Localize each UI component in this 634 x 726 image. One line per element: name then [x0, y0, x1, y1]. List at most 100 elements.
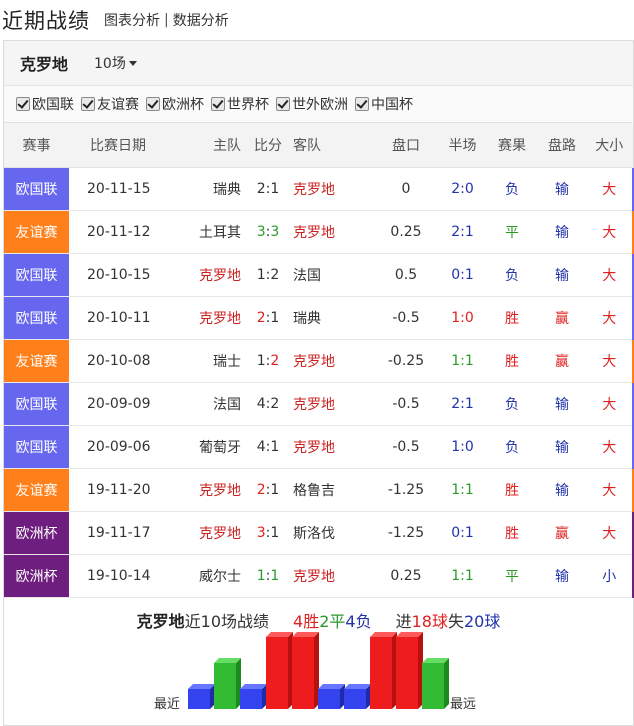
date-cell: 20-11-12 — [69, 210, 167, 254]
form-bar-loss — [318, 684, 345, 709]
line-cell: -0.5 — [374, 425, 438, 469]
filter-label: 友谊赛 — [97, 97, 139, 113]
result-cell: 胜 — [487, 511, 537, 555]
checkbox-checked-icon[interactable] — [146, 97, 160, 111]
table-row[interactable]: 欧国联 20-11-15 瑞典 2:1 克罗地 0 2:0 负输大 — [4, 167, 634, 211]
summary-wins: 4胜 — [293, 612, 320, 631]
away-team-cell: 克罗地 — [289, 339, 374, 383]
score-home: 1 — [256, 267, 266, 283]
table-row[interactable]: 欧国联 20-09-06 葡萄牙 4:1 克罗地 -0.5 1:0 负输大 — [4, 425, 634, 469]
half-cell: 2:1 — [438, 382, 487, 426]
ou-cell: 大 — [587, 210, 634, 254]
league-cell: 欧国联 — [4, 425, 69, 469]
score-cell: 2:1 — [247, 296, 289, 340]
pan-cell: 赢 — [537, 296, 587, 340]
home-team-cell: 克罗地 — [167, 296, 247, 340]
league-cell: 欧国联 — [4, 253, 69, 297]
col-pan: 盘路 — [537, 122, 587, 168]
score-cell: 3:1 — [247, 511, 289, 555]
result-cell: 负 — [487, 167, 537, 211]
score-home: 4 — [256, 396, 266, 412]
result-cell: 平 — [487, 210, 537, 254]
nav-chart-analysis[interactable]: 图表分析 — [104, 10, 160, 30]
summary-text: 近10场战绩 — [184, 612, 270, 631]
away-team-cell: 斯洛伐 — [289, 511, 374, 555]
summary-goals-against: 20球 — [463, 612, 501, 631]
league-cell: 欧国联 — [4, 167, 69, 211]
form-bar-win — [292, 632, 319, 709]
table-row[interactable]: 友谊赛 19-11-20 克罗地 2:1 格鲁吉 -1.25 1:1 胜输大 — [4, 468, 634, 512]
score-home: 3 — [256, 525, 266, 541]
page-header: 近期战绩 图表分析 | 数据分析 — [0, 0, 634, 40]
checkbox-checked-icon[interactable] — [211, 97, 225, 111]
filter-checkbox-3[interactable]: 世界杯 — [211, 94, 269, 114]
summary-goals-mid: 失 — [447, 612, 464, 631]
table-row[interactable]: 欧国联 20-10-15 克罗地 1:2 法国 0.5 0:1 负输大 — [4, 253, 634, 297]
col-date: 比赛日期 — [69, 122, 167, 168]
nav-data-analysis[interactable]: 数据分析 — [173, 10, 229, 30]
home-team-cell: 瑞典 — [167, 167, 247, 211]
table-row[interactable]: 欧国联 20-09-09 法国 4:2 克罗地 -0.5 2:1 负输大 — [4, 382, 634, 426]
checkbox-checked-icon[interactable] — [16, 97, 30, 111]
away-team-cell: 格鲁吉 — [289, 468, 374, 512]
line-cell: 0.25 — [374, 210, 438, 254]
score-away: 1 — [270, 568, 280, 584]
result-cell: 胜 — [487, 296, 537, 340]
half-cell: 1:0 — [438, 425, 487, 469]
filter-label: 中国杯 — [371, 97, 413, 113]
pan-cell: 输 — [537, 382, 587, 426]
half-cell: 1:1 — [438, 468, 487, 512]
league-cell: 欧洲杯 — [4, 511, 69, 555]
line-cell: -1.25 — [374, 511, 438, 555]
score-away: 2 — [270, 267, 280, 283]
checkbox-checked-icon[interactable] — [355, 97, 369, 111]
score-away: 1 — [270, 181, 280, 197]
table-row[interactable]: 欧洲杯 19-10-14 威尔士 1:1 克罗地 0.25 1:1 平输小 — [4, 554, 634, 598]
filter-checkbox-0[interactable]: 欧国联 — [16, 94, 74, 114]
score-away: 1 — [270, 310, 280, 326]
summary-draws: 2平 — [319, 612, 346, 631]
home-team-cell: 瑞士 — [167, 339, 247, 383]
filter-checkbox-1[interactable]: 友谊赛 — [81, 94, 139, 114]
score-cell: 2:1 — [247, 468, 289, 512]
score-cell: 1:2 — [247, 253, 289, 297]
summary-goals-pre: 进 — [395, 612, 412, 631]
date-cell: 20-09-06 — [69, 425, 167, 469]
date-cell: 20-09-09 — [69, 382, 167, 426]
league-filters: 欧国联 友谊赛 欧洲杯 世界杯 世外欧洲 中国杯 — [4, 85, 633, 122]
filter-checkbox-4[interactable]: 世外欧洲 — [276, 94, 348, 114]
checkbox-checked-icon[interactable] — [276, 97, 290, 111]
ou-cell: 大 — [587, 425, 634, 469]
match-count-dropdown[interactable]: 10场 — [94, 53, 137, 73]
line-cell: -0.5 — [374, 382, 438, 426]
result-cell: 平 — [487, 554, 537, 598]
away-team-cell: 法国 — [289, 253, 374, 297]
score-away: 2 — [270, 353, 280, 369]
table-row[interactable]: 欧洲杯 19-11-17 克罗地 3:1 斯洛伐 -1.25 0:1 胜赢大 — [4, 511, 634, 555]
score-cell: 2:1 — [247, 167, 289, 211]
pan-cell: 输 — [537, 167, 587, 211]
home-team-cell: 克罗地 — [167, 253, 247, 297]
table-row[interactable]: 友谊赛 20-11-12 土耳其 3:3 克罗地 0.25 2:1 平输大 — [4, 210, 634, 254]
league-cell: 友谊赛 — [4, 339, 69, 383]
filter-checkbox-2[interactable]: 欧洲杯 — [146, 94, 204, 114]
col-home: 主队 — [167, 122, 247, 168]
score-away: 2 — [270, 396, 280, 412]
table-row[interactable]: 欧国联 20-10-11 克罗地 2:1 瑞典 -0.5 1:0 胜赢大 — [4, 296, 634, 340]
match-table: 赛事 比赛日期 主队 比分 客队 盘口 半场 赛果 盘路 大小 欧国联 20-11… — [4, 122, 634, 598]
filter-checkbox-5[interactable]: 中国杯 — [355, 94, 413, 114]
league-cell: 欧洲杯 — [4, 554, 69, 598]
table-row[interactable]: 友谊赛 20-10-08 瑞士 1:2 克罗地 -0.25 1:1 胜赢大 — [4, 339, 634, 383]
ou-cell: 大 — [587, 511, 634, 555]
date-cell: 20-10-11 — [69, 296, 167, 340]
checkbox-checked-icon[interactable] — [81, 97, 95, 111]
page-title: 近期战绩 — [2, 9, 90, 33]
summary-goals-for: 18球 — [411, 612, 448, 631]
form-bar-win — [396, 632, 423, 709]
ou-cell: 小 — [587, 554, 634, 598]
filter-label: 欧国联 — [32, 97, 74, 113]
pan-cell: 赢 — [537, 511, 587, 555]
date-cell: 19-10-14 — [69, 554, 167, 598]
line-cell: 0.5 — [374, 253, 438, 297]
form-bar-loss — [188, 684, 215, 709]
